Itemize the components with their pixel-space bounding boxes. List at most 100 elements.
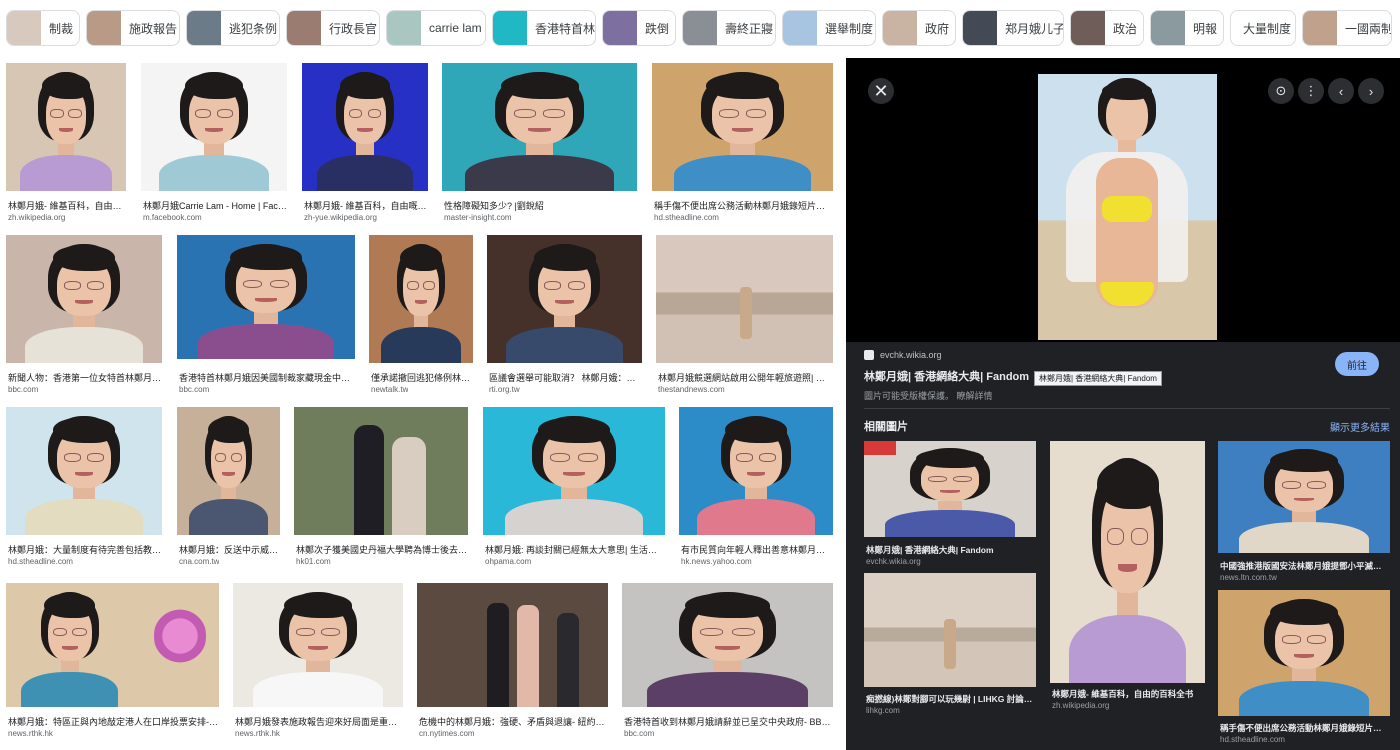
result-source: news.rthk.hk: [8, 729, 53, 738]
chip-11[interactable]: 政治: [1070, 10, 1144, 46]
result-caption: 新聞人物：香港第一位女特首林鄭月…: [8, 373, 162, 383]
preview-image[interactable]: [1038, 74, 1217, 340]
result-caption: 林鄭月娥- 維基百科，自由…: [8, 201, 122, 211]
related-caption: 林鄭月娥| 香港網絡大典| Fandom: [866, 545, 994, 555]
chip-8[interactable]: 選舉制度: [782, 10, 876, 46]
result-card-4[interactable]: 稱手傷不便出席公務活動林鄭月娥錄短片代… hd.stheadline.com: [652, 63, 833, 223]
related-image: [1218, 590, 1390, 716]
result-image: [233, 583, 403, 707]
result-image: [302, 63, 428, 191]
result-card-0[interactable]: 林鄭月娥- 維基百科，自由… zh.wikipedia.org: [6, 63, 126, 223]
related-image: [1218, 441, 1390, 553]
show-more-results-link[interactable]: 顯示更多結果: [1330, 419, 1390, 434]
result-card-1[interactable]: 林鄭月娥Carrie Lam - Home | Face… m.facebook…: [141, 63, 287, 223]
chip-13[interactable]: 大量制度: [1230, 10, 1296, 46]
chip-3[interactable]: 行政長官: [286, 10, 380, 46]
chip-thumbnail: [683, 11, 717, 45]
divider: [864, 408, 1390, 409]
related-card-0[interactable]: 林鄭月娥| 香港網絡大典| Fandom evchk.wikia.org: [864, 441, 1036, 569]
related-image: [864, 573, 1036, 687]
chip-1[interactable]: 施政報告: [86, 10, 180, 46]
chip-label: 香港特首林: [535, 21, 596, 36]
result-image: [487, 235, 642, 363]
result-card-17[interactable]: 危機中的林鄭月娥：強硬、矛盾與退讓- 紐約時… cn.nytimes.com: [417, 583, 608, 745]
result-card-11[interactable]: 林鄭月娥：反送中示威… cna.com.tw: [177, 407, 280, 567]
previous-icon[interactable]: ‹: [1328, 78, 1354, 104]
result-caption: 危機中的林鄭月娥：強硬、矛盾與退讓- 紐約時…: [419, 717, 608, 727]
result-source: hd.stheadline.com: [8, 557, 73, 566]
result-card-7[interactable]: 僅承諾撤回逃犯條例林… newtalk.tw: [369, 235, 473, 395]
result-card-2[interactable]: 林鄭月娥- 維基百科，自由嘅… zh-yue.wikipedia.org: [302, 63, 428, 223]
result-caption: 林鄭月娥- 維基百科，自由嘅…: [304, 201, 427, 211]
result-card-13[interactable]: 林鄭月娥: 再談封關已經無太大意思| 生活熱話 ohpama.com: [483, 407, 665, 567]
chip-label: 跌倒: [645, 21, 670, 36]
next-icon[interactable]: ›: [1358, 78, 1384, 104]
copyright-notice[interactable]: 圖片可能受版權保護。 瞭解詳情: [864, 389, 993, 402]
result-caption: 有市民質向年輕人釋出善意林鄭月娥…: [681, 545, 833, 555]
favicon-icon: [864, 350, 874, 360]
result-caption: 香港特首林鄭月娥因美國制裁家藏現金中資…: [179, 373, 355, 383]
chip-2[interactable]: 逃犯条例: [186, 10, 280, 46]
related-card-4[interactable]: 稱手傷不便出席公務活動林鄭月娥錄短片… hd.stheadline.com: [1218, 590, 1390, 745]
result-caption: 性格障礙知多少? |劉銳紹: [444, 201, 544, 211]
related-card-2[interactable]: 中國強推港版國安法林鄭月娥提鄧小平滅… news.ltn.com.tw: [1218, 441, 1390, 586]
related-source: news.ltn.com.tw: [1220, 573, 1277, 582]
result-card-10[interactable]: 林鄭月娥：大量制度有待完善包括教… hd.stheadline.com: [6, 407, 162, 567]
related-caption: 痴撚線)林鄭對腳可以玩幾尉 | LIHKG 討論…: [866, 694, 1033, 704]
result-card-8[interactable]: 區議會選舉可能取消？ 林鄭月娥：目… rti.org.tw: [487, 235, 642, 395]
result-caption: 區議會選舉可能取消？ 林鄭月娥：目…: [489, 373, 642, 383]
chip-4[interactable]: carrie lam: [386, 10, 486, 46]
result-source: m.facebook.com: [143, 213, 202, 222]
result-source: thestandnews.com: [658, 385, 725, 394]
result-image: [417, 583, 608, 707]
related-source: lihkg.com: [866, 706, 900, 715]
result-image: [656, 235, 833, 363]
chip-9[interactable]: 政府: [882, 10, 956, 46]
related-caption: 林鄭月娥- 維基百科，自由的百科全书: [1052, 689, 1194, 699]
result-image: [6, 235, 162, 363]
source-row[interactable]: evchk.wikia.org: [864, 350, 942, 360]
related-source: evchk.wikia.org: [866, 557, 921, 566]
related-image: [864, 441, 1036, 537]
result-source: bbc.com: [8, 385, 39, 394]
chip-10[interactable]: 郑月娥儿子: [962, 10, 1064, 46]
related-source: hd.stheadline.com: [1220, 735, 1285, 744]
close-icon[interactable]: ✕: [868, 78, 894, 104]
chip-12[interactable]: 明報: [1150, 10, 1224, 46]
result-card-16[interactable]: 林鄭月娥發表施政報告迎來好局面是重新… news.rthk.hk: [233, 583, 403, 745]
chip-7[interactable]: 壽終正寢: [682, 10, 776, 46]
result-card-6[interactable]: 香港特首林鄭月娥因美國制裁家藏現金中資… bbc.com: [177, 235, 355, 395]
related-source: zh.wikipedia.org: [1052, 701, 1110, 710]
result-card-18[interactable]: 香港特首收到林鄭月娥請辭並已呈交中央政府- BBC … bbc.com: [622, 583, 833, 745]
result-card-5[interactable]: 新聞人物：香港第一位女特首林鄭月… bbc.com: [6, 235, 162, 395]
result-caption: 香港特首收到林鄭月娥請辭並已呈交中央政府- BBC …: [624, 717, 833, 727]
result-caption: 林鄭月娥發表施政報告迎來好局面是重新…: [235, 717, 403, 727]
related-card-1[interactable]: 林鄭月娥- 維基百科，自由的百科全书 zh.wikipedia.org: [1050, 441, 1205, 713]
chip-label: carrie lam: [429, 21, 482, 35]
visit-button[interactable]: 前往: [1335, 352, 1379, 376]
chip-6[interactable]: 跌倒: [602, 10, 676, 46]
result-caption: 林鄭月娥：大量制度有待完善包括教…: [8, 545, 162, 555]
result-image: [483, 407, 665, 535]
chip-14[interactable]: 一國兩制: [1302, 10, 1392, 46]
result-source: bbc.com: [624, 729, 655, 738]
result-caption: 林鄭月娥：特區正與內地敲定港人在口岸投票安排- …: [8, 717, 219, 727]
result-caption: 稱手傷不便出席公務活動林鄭月娥錄短片代…: [654, 201, 833, 211]
result-card-14[interactable]: 有市民質向年輕人釋出善意林鄭月娥… hk.news.yahoo.com: [679, 407, 833, 567]
result-card-12[interactable]: 林鄭次子獲美國史丹福大學聘為博士後去… hk01.com: [294, 407, 468, 567]
chip-thumbnail: [387, 11, 421, 45]
more-options-icon[interactable]: ⋮: [1298, 78, 1324, 104]
result-card-3[interactable]: 性格障礙知多少? |劉銳紹 master-insight.com: [442, 63, 637, 223]
preview-title[interactable]: 林鄭月娥| 香港網絡大典| Fandom: [864, 368, 1029, 384]
lens-icon[interactable]: ⊙: [1268, 78, 1294, 104]
chip-label: 政府: [925, 21, 950, 36]
chip-thumbnail: [1071, 11, 1105, 45]
title-tooltip: 林鄭月娥| 香港網絡大典| Fandom: [1034, 371, 1162, 386]
chip-0[interactable]: 制裁: [6, 10, 80, 46]
chip-label: 明報: [1193, 21, 1218, 36]
result-card-9[interactable]: 林鄭月娥競選網站啟用公開年輕旅遊照| 立… thestandnews.com: [656, 235, 833, 395]
result-card-15[interactable]: 林鄭月娥：特區正與內地敲定港人在口岸投票安排- … news.rthk.hk: [6, 583, 219, 745]
result-source: zh-yue.wikipedia.org: [304, 213, 377, 222]
chip-5[interactable]: 香港特首林: [492, 10, 596, 46]
related-card-3[interactable]: 痴撚線)林鄭對腳可以玩幾尉 | LIHKG 討論… lihkg.com: [864, 573, 1036, 718]
